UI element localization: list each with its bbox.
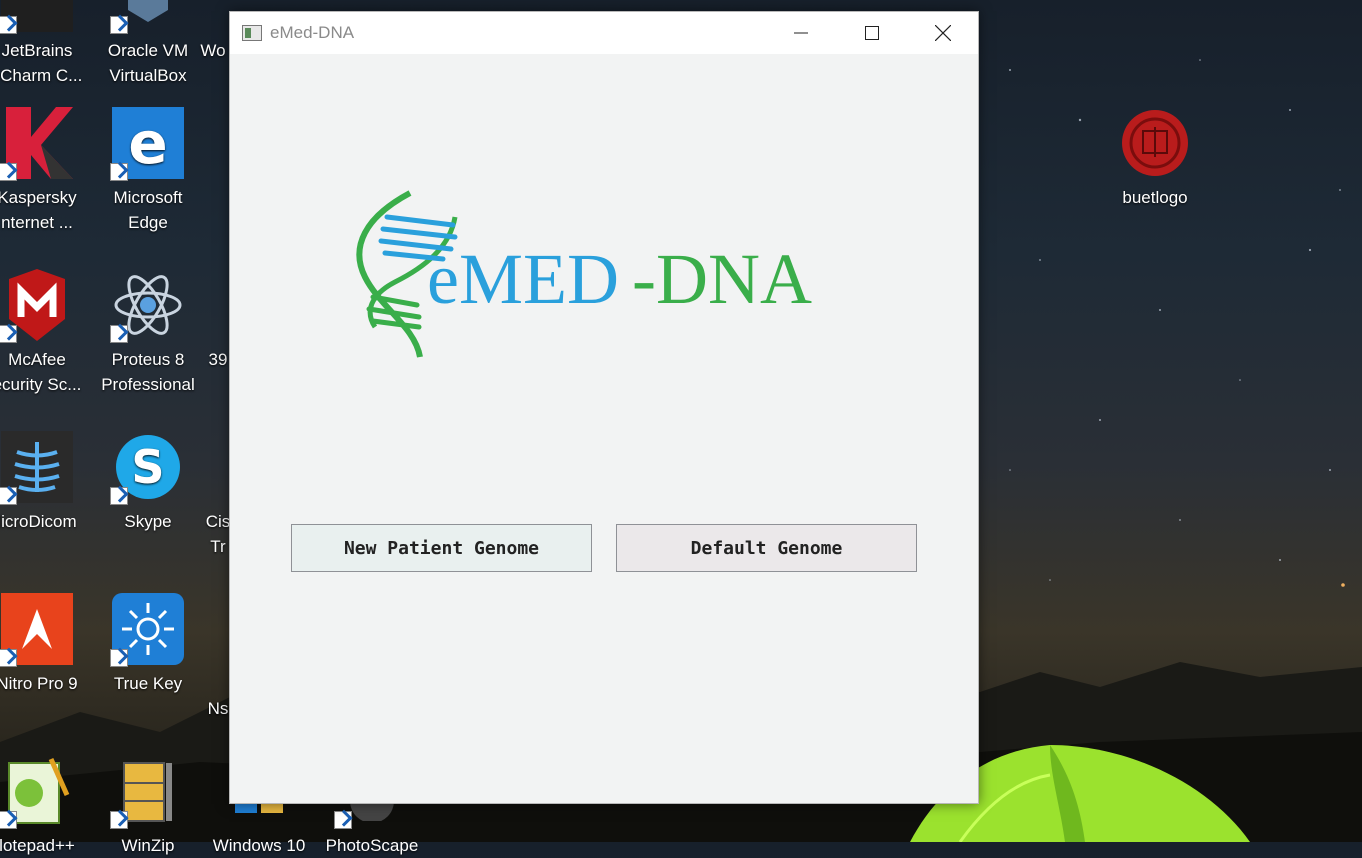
desktop-icon-label: Microsoft Edge bbox=[113, 188, 183, 232]
desktop-icon-notepadpp[interactable]: lotepad++ bbox=[0, 755, 92, 858]
desktop-icon-pycharm[interactable]: JetBrains yCharm C... bbox=[0, 0, 92, 88]
truekey-icon bbox=[110, 593, 184, 667]
shortcut-arrow-icon bbox=[110, 649, 128, 667]
shortcut-arrow-icon bbox=[110, 16, 128, 34]
proteus-icon bbox=[110, 269, 184, 343]
app-icon bbox=[198, 0, 228, 32]
desktop-icon-kaspersky[interactable]: Kaspersky nternet ... bbox=[0, 107, 92, 235]
default-genome-button[interactable]: Default Genome bbox=[616, 524, 917, 572]
shortcut-arrow-icon bbox=[0, 649, 17, 667]
svg-text:S: S bbox=[131, 440, 164, 494]
window-titlebar[interactable]: eMed-DNA bbox=[230, 12, 978, 54]
desktop-icon-label: Windows 10 bbox=[212, 836, 306, 855]
desktop-icon-label: lotepad++ bbox=[0, 836, 75, 855]
skype-icon: S bbox=[110, 431, 184, 505]
desktop-icon-edge[interactable]: e Microsoft Edge bbox=[93, 107, 203, 235]
edge-icon: e bbox=[110, 107, 184, 181]
shortcut-arrow-icon bbox=[110, 325, 128, 343]
shortcut-arrow-icon bbox=[334, 811, 352, 829]
desktop-icon-proteus[interactable]: Proteus 8 Professional bbox=[93, 269, 203, 397]
emed-dna-window: eMed-DNA eMED -DNA New Patient Genome De… bbox=[229, 11, 979, 804]
pycharm-icon bbox=[0, 0, 73, 34]
shortcut-arrow-icon bbox=[0, 811, 17, 829]
desktop-icon-label: Wo bbox=[200, 41, 226, 60]
minimize-icon bbox=[794, 32, 808, 34]
desktop-icon-label: licroDicom bbox=[0, 512, 77, 531]
desktop-icon-label: WinZip bbox=[121, 836, 175, 855]
maximize-button[interactable] bbox=[837, 12, 907, 54]
desktop-icon-label: True Key bbox=[113, 674, 183, 693]
desktop-icon-wo[interactable]: Wo bbox=[193, 0, 233, 63]
desktop-icon-mcafee[interactable]: McAfee ecurity Sc... bbox=[0, 269, 92, 397]
winzip-icon bbox=[110, 755, 184, 829]
app-window-icon bbox=[242, 25, 262, 41]
logo-text-dna: -DNA bbox=[632, 239, 812, 319]
desktop-icon-label: Proteus 8 Professional bbox=[101, 350, 195, 394]
shortcut-arrow-icon bbox=[110, 487, 128, 505]
close-icon bbox=[935, 25, 951, 41]
dna-helix-icon: eMED -DNA bbox=[356, 190, 812, 358]
desktop-icon-label: buetlogo bbox=[1122, 188, 1188, 207]
shortcut-arrow-icon bbox=[0, 487, 17, 505]
desktop-icon-winzip[interactable]: WinZip bbox=[93, 755, 203, 858]
desktop-icon-label: Oracle VM VirtualBox bbox=[107, 41, 189, 85]
nitro-icon bbox=[0, 593, 73, 667]
desktop-icon-label: McAfee ecurity Sc... bbox=[0, 350, 82, 394]
desktop-icon-nitro[interactable]: Nitro Pro 9 bbox=[0, 593, 92, 696]
desktop-icon-label: PhotoScape bbox=[325, 836, 419, 855]
desktop-icon-label: Kaspersky nternet ... bbox=[0, 188, 77, 232]
kaspersky-icon bbox=[0, 107, 73, 181]
shortcut-arrow-icon bbox=[110, 811, 128, 829]
microdicom-icon bbox=[0, 431, 73, 505]
logo-text-emed: eMED bbox=[427, 239, 619, 319]
minimize-button[interactable] bbox=[766, 12, 836, 54]
mcafee-icon bbox=[0, 269, 73, 343]
notepadpp-icon bbox=[0, 755, 73, 829]
buetlogo-icon bbox=[1119, 107, 1191, 179]
shortcut-arrow-icon bbox=[0, 325, 17, 343]
desktop-icon-buetlogo[interactable]: buetlogo bbox=[1100, 107, 1210, 210]
shortcut-arrow-icon bbox=[0, 16, 17, 34]
desktop-icon-truekey[interactable]: True Key bbox=[93, 593, 203, 696]
window-title: eMed-DNA bbox=[270, 23, 355, 42]
desktop-icon-skype[interactable]: S Skype bbox=[93, 431, 203, 534]
emed-dna-logo: eMED -DNA bbox=[345, 187, 845, 372]
desktop-icon-label: JetBrains yCharm C... bbox=[0, 41, 83, 85]
desktop-icon-microdicom[interactable]: licroDicom bbox=[0, 431, 92, 534]
close-button[interactable] bbox=[908, 12, 978, 54]
maximize-icon bbox=[865, 26, 879, 40]
desktop-icon-label: Skype bbox=[124, 512, 172, 531]
shortcut-arrow-icon bbox=[110, 163, 128, 181]
virtualbox-icon bbox=[110, 0, 184, 34]
shortcut-arrow-icon bbox=[0, 163, 17, 181]
new-patient-genome-button[interactable]: New Patient Genome bbox=[291, 524, 592, 572]
desktop-icon-virtualbox[interactable]: Oracle VM VirtualBox bbox=[93, 0, 203, 88]
desktop-icon-label: Nitro Pro 9 bbox=[0, 674, 78, 693]
